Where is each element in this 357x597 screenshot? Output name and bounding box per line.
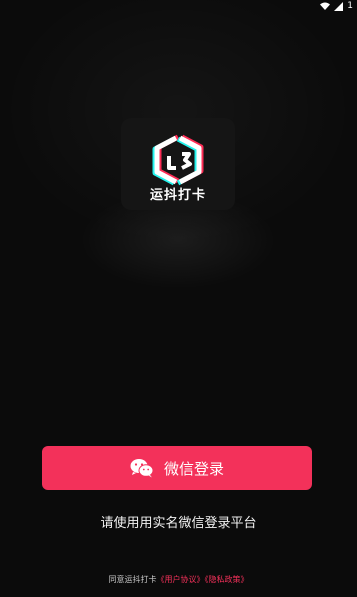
agreement-prefix: 同意运抖打卡: [108, 575, 157, 584]
privacy-policy-link[interactable]: 《隐私政策》: [205, 575, 249, 584]
logo-mark-icon: [152, 134, 204, 186]
wechat-login-button[interactable]: 微信登录: [42, 446, 312, 490]
agreement-text: 同意运抖打卡《用户协议》《隐私政策》: [0, 574, 357, 585]
status-icons: 1: [320, 1, 353, 11]
logo-text: 运抖打卡: [149, 188, 206, 203]
user-agreement-link[interactable]: 《用户协议》: [157, 575, 205, 584]
wifi-icon: [320, 2, 331, 10]
status-bar: 1: [0, 0, 357, 14]
app-logo: 运抖打卡: [121, 118, 235, 210]
wechat-icon: [130, 459, 154, 478]
background-glow: [0, 0, 357, 597]
battery-level: 1: [347, 1, 353, 11]
login-hint: 请使用用实名微信登录平台: [100, 516, 257, 531]
signal-icon: [334, 1, 344, 11]
login-button-label: 微信登录: [163, 459, 224, 478]
